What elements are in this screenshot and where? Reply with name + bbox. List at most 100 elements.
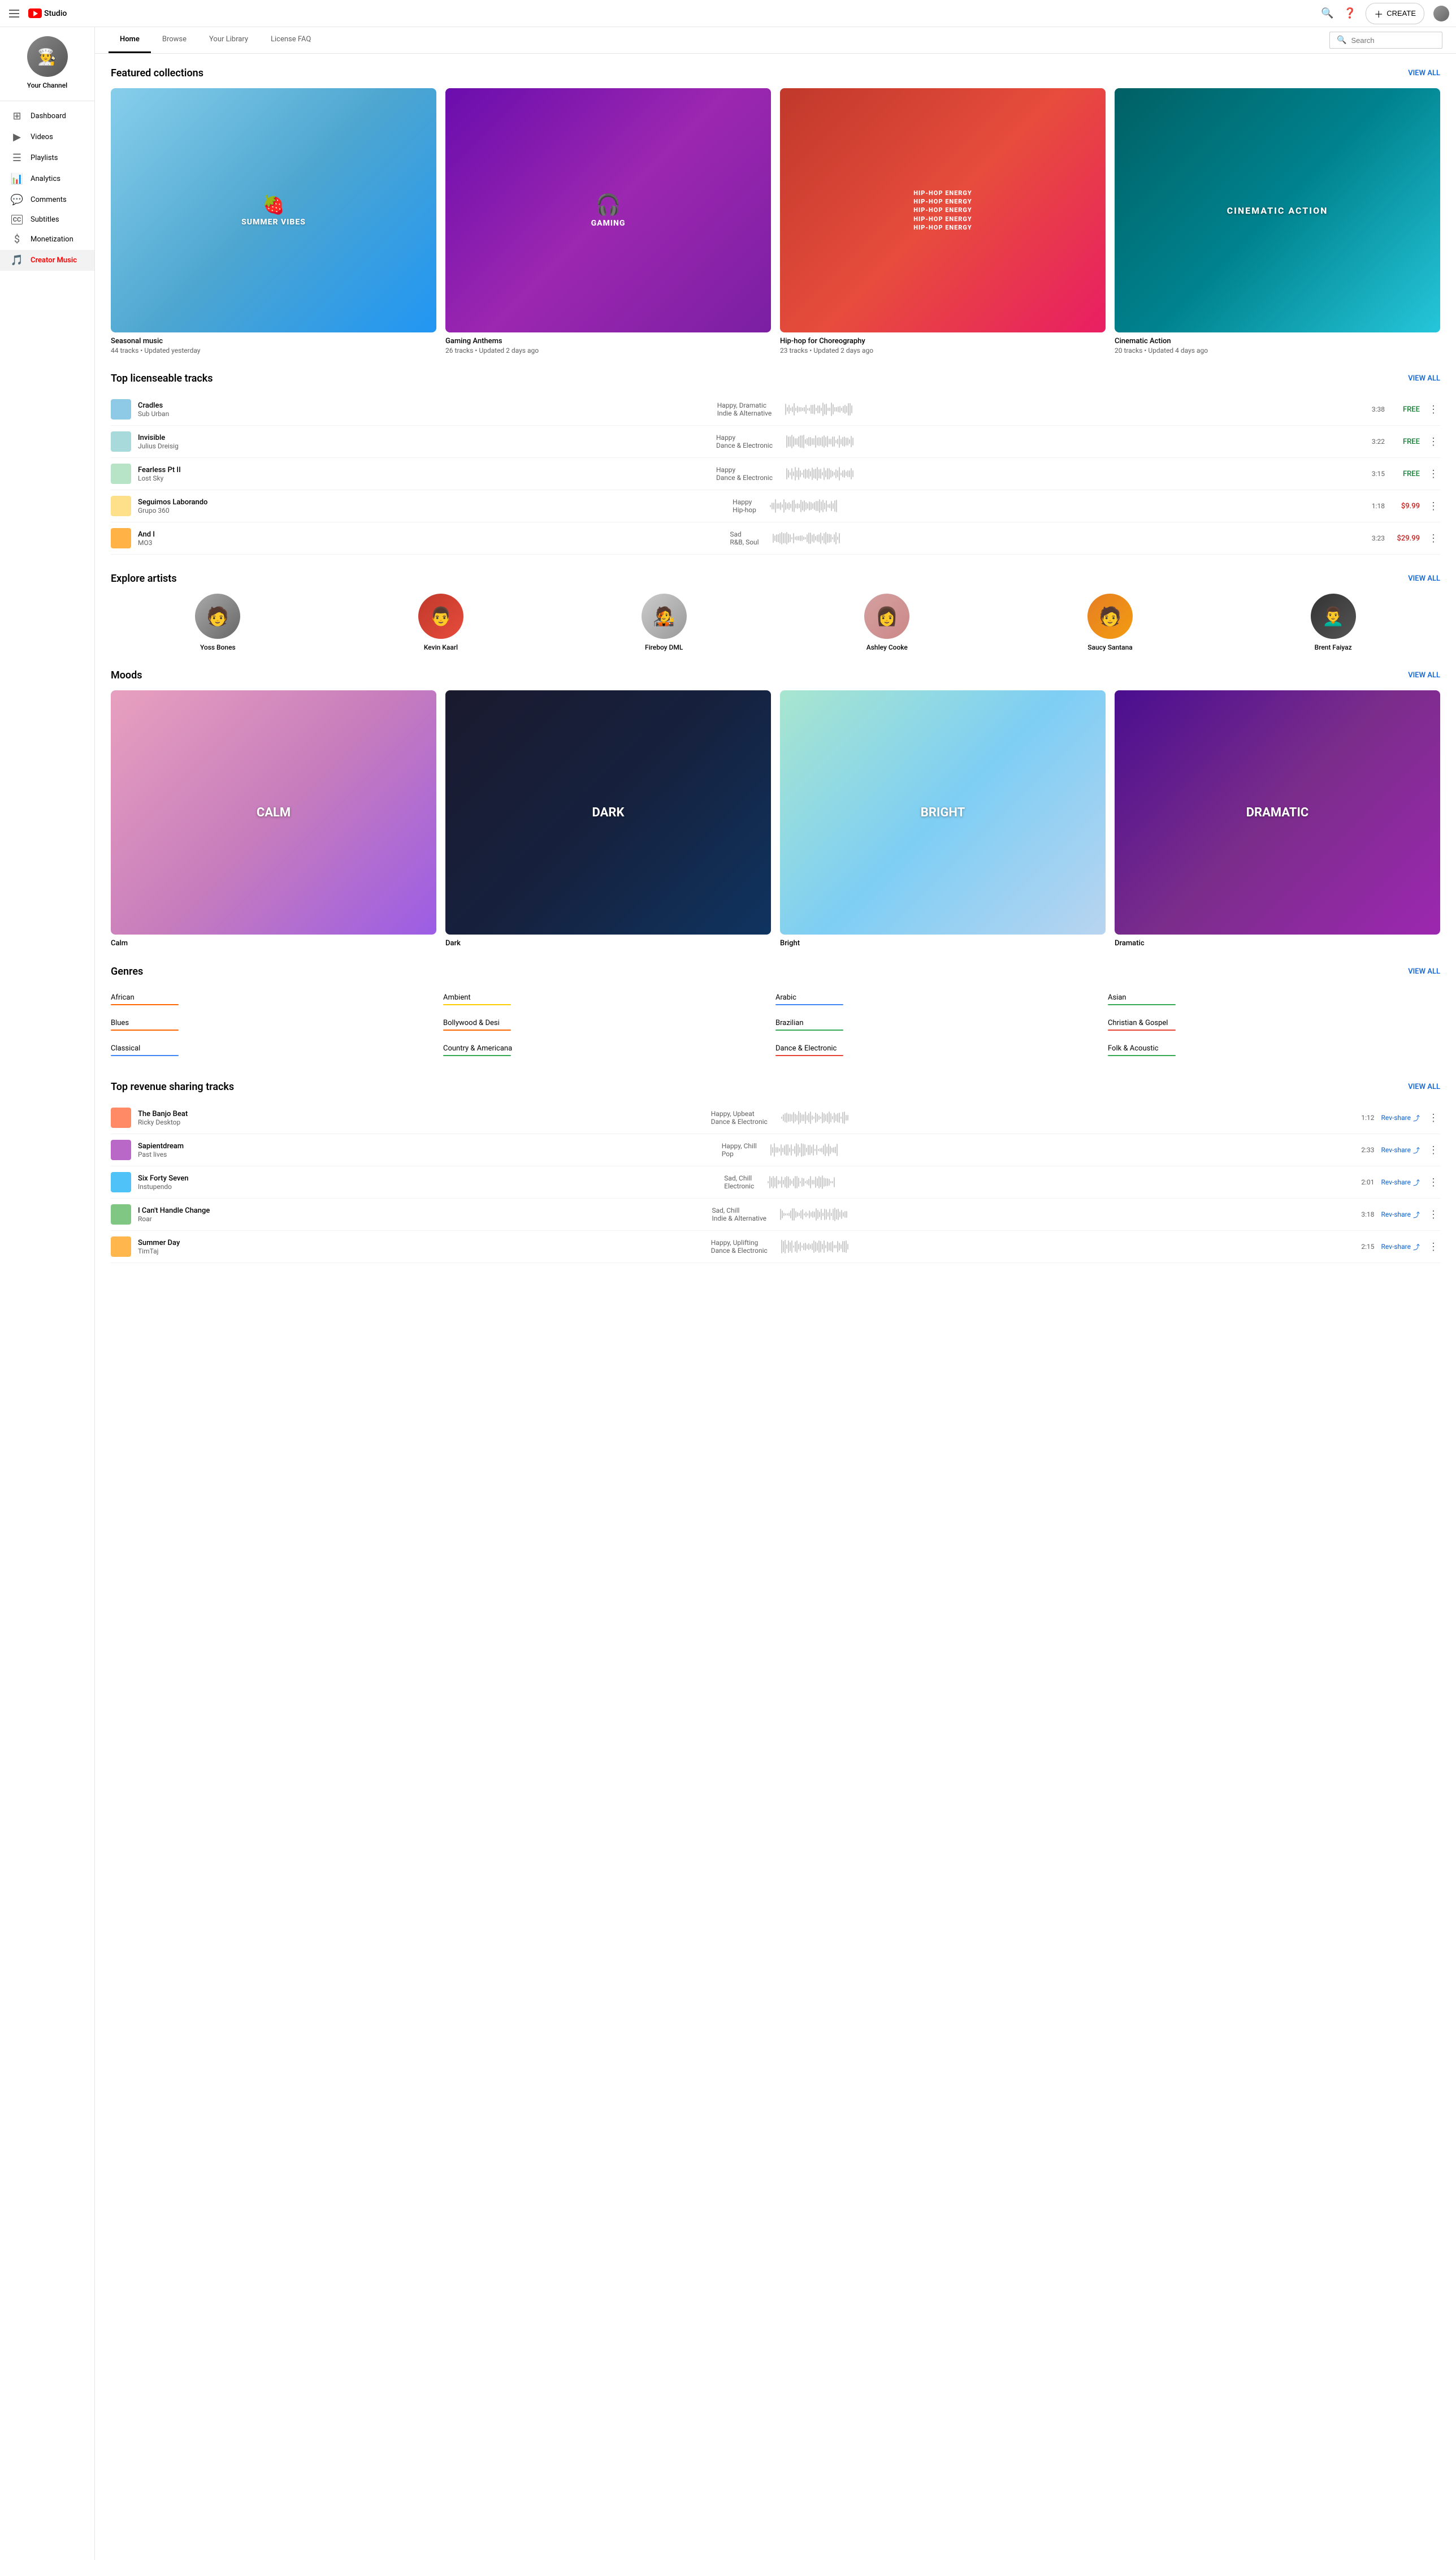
revenue-track-row[interactable]: Six Forty Seven Instupendo Sad, ChillEle… [111, 1166, 1440, 1199]
track-row[interactable]: Invisible Julius Dreisig HappyDance & El… [111, 426, 1440, 458]
artist-card[interactable]: 🧑‍🎤 Fireboy DML [557, 594, 771, 651]
genre-item-brazilian[interactable]: Brazilian [775, 1012, 1108, 1037]
revenue-track-more-button[interactable]: ⋮ [1427, 1143, 1440, 1157]
help-icon[interactable]: ❓ [1343, 7, 1357, 20]
revenue-track-row[interactable]: I Can't Handle Change Roar Sad, ChillInd… [111, 1199, 1440, 1231]
track-row[interactable]: Cradles Sub Urban Happy, DramaticIndie &… [111, 393, 1440, 426]
mood-card-dark[interactable]: DARK Dark [445, 690, 771, 948]
featured-collections-view-all[interactable]: VIEW ALL [1408, 69, 1440, 77]
track-price[interactable]: FREE [1392, 470, 1420, 478]
track-waveform[interactable] [786, 434, 1353, 449]
rev-share-button[interactable]: Rev-share ⤴ [1381, 1242, 1420, 1252]
search-box[interactable]: 🔍 [1329, 32, 1442, 49]
sidebar-item-creator-music[interactable]: 🎵 Creator Music [0, 250, 94, 271]
revenue-track-more-button[interactable]: ⋮ [1427, 1111, 1440, 1125]
nav-faq[interactable]: License FAQ [259, 27, 322, 53]
revenue-track-waveform[interactable] [781, 1239, 1343, 1255]
genre-item-ambient[interactable]: Ambient [443, 987, 775, 1012]
genres-view-all[interactable]: VIEW ALL [1408, 967, 1440, 976]
explore-artists-view-all[interactable]: VIEW ALL [1408, 574, 1440, 583]
sidebar-item-dashboard[interactable]: ⊞ Dashboard [0, 106, 94, 127]
track-waveform[interactable] [770, 498, 1353, 514]
revenue-track-more-button[interactable]: ⋮ [1427, 1175, 1440, 1189]
track-waveform[interactable] [786, 466, 1353, 482]
collection-card-gaming[interactable]: 🎧 GAMING Gaming Anthems 26 tracks • Upda… [445, 88, 771, 354]
revenue-track-waveform[interactable] [770, 1142, 1343, 1158]
artist-card[interactable]: 👨‍🦱 Brent Faiyaz [1226, 594, 1440, 651]
explore-artists-section: Explore artists VIEW ALL 🧑 Yoss Bones 👨 … [111, 573, 1440, 651]
sidebar-item-comments[interactable]: 💬 Comments [0, 189, 94, 210]
sidebar-label-comments: Comments [31, 196, 67, 204]
collection-card-hiphop[interactable]: HIP-HOP ENERGYHIP-HOP ENERGYHIP-HOP ENER… [780, 88, 1106, 354]
create-button[interactable]: ＋ CREATE [1366, 3, 1424, 24]
genre-item-folk---acoustic[interactable]: Folk & Acoustic [1108, 1037, 1440, 1063]
track-row[interactable]: Fearless Pt II Lost Sky HappyDance & Ele… [111, 458, 1440, 490]
genre-item-country---americana[interactable]: Country & Americana [443, 1037, 775, 1063]
sidebar-item-subtitles[interactable]: CC Subtitles [0, 210, 94, 229]
track-waveform[interactable] [773, 530, 1353, 546]
track-price[interactable]: $9.99 [1392, 502, 1420, 511]
search-input[interactable] [1351, 36, 1435, 45]
mood-card-calm[interactable]: CALM Calm [111, 690, 436, 948]
track-row[interactable]: Seguimos Laborando Grupo 360 HappyHip-ho… [111, 490, 1440, 522]
track-more-button[interactable]: ⋮ [1427, 435, 1440, 448]
track-row[interactable]: And I MO3 SadR&B, Soul 3:23 $29.99 ⋮ [111, 522, 1440, 555]
track-info: Seguimos Laborando Grupo 360 [138, 498, 721, 514]
track-more-button[interactable]: ⋮ [1427, 467, 1440, 481]
track-more-button[interactable]: ⋮ [1427, 499, 1440, 513]
revenue-track-waveform[interactable] [781, 1110, 1343, 1126]
nav-browse[interactable]: Browse [151, 27, 198, 53]
hamburger-menu[interactable] [7, 7, 21, 20]
collection-card-summer[interactable]: 🍓 SUMMER VIBES Seasonal music 44 tracks … [111, 88, 436, 354]
genre-item-bollywood---desi[interactable]: Bollywood & Desi [443, 1012, 775, 1037]
top-revenue-view-all[interactable]: VIEW ALL [1408, 1083, 1440, 1091]
revenue-track-waveform[interactable] [768, 1174, 1342, 1190]
rev-share-button[interactable]: Rev-share ⤴ [1381, 1178, 1420, 1187]
track-more-button[interactable]: ⋮ [1427, 403, 1440, 416]
mood-label-dark: DARK [445, 690, 771, 935]
genre-item-christian---gospel[interactable]: Christian & Gospel [1108, 1012, 1440, 1037]
track-waveform[interactable] [785, 401, 1353, 417]
genre-item-classical[interactable]: Classical [111, 1037, 443, 1063]
logo[interactable]: Studio [28, 8, 67, 18]
rev-share-button[interactable]: Rev-share ⤴ [1381, 1113, 1420, 1123]
nav-library[interactable]: Your Library [198, 27, 259, 53]
track-price[interactable]: $29.99 [1392, 534, 1420, 543]
track-price[interactable]: FREE [1392, 438, 1420, 446]
revenue-track-row[interactable]: Sapientdream Past lives Happy, ChillPop … [111, 1134, 1440, 1166]
mood-card-bright[interactable]: BRIGHT Bright [780, 690, 1106, 948]
genre-item-african[interactable]: African [111, 987, 443, 1012]
sidebar-item-playlists[interactable]: ☰ Playlists [0, 148, 94, 168]
revenue-track-row[interactable]: The Banjo Beat Ricky Desktop Happy, Upbe… [111, 1102, 1440, 1134]
artist-card[interactable]: 👨 Kevin Kaarl [334, 594, 548, 651]
revenue-track-waveform[interactable] [780, 1207, 1342, 1222]
rev-share-button[interactable]: Rev-share ⤴ [1381, 1210, 1420, 1220]
featured-collections-header: Featured collections VIEW ALL [111, 67, 1440, 79]
search-icon[interactable]: 🔍 [1320, 7, 1334, 20]
artist-card[interactable]: 👩 Ashley Cooke [780, 594, 994, 651]
revenue-track-more-button[interactable]: ⋮ [1427, 1208, 1440, 1221]
genre-item-asian[interactable]: Asian [1108, 987, 1440, 1012]
sidebar-item-videos[interactable]: ▶ Videos [0, 127, 94, 148]
artist-card[interactable]: 🧑 Yoss Bones [111, 594, 325, 651]
genre-item-arabic[interactable]: Arabic [775, 987, 1108, 1012]
collection-card-cinematic[interactable]: CINEMATIC ACTION Cinematic Action 20 tra… [1115, 88, 1440, 354]
revenue-track-tags: Sad, ChillIndie & Alternative [712, 1207, 766, 1222]
nav-home[interactable]: Home [109, 27, 151, 53]
channel-avatar[interactable]: 👨‍🍳 [27, 36, 68, 77]
mood-card-dramatic[interactable]: DRAMATIC Dramatic [1115, 690, 1440, 948]
genre-item-blues[interactable]: Blues [111, 1012, 443, 1037]
top-licenseable-view-all[interactable]: VIEW ALL [1408, 374, 1440, 383]
revenue-track-row[interactable]: Summer Day TimTaj Happy, UpliftingDance … [111, 1231, 1440, 1263]
sidebar-item-monetization[interactable]: $ Monetization [0, 229, 94, 250]
sidebar-item-analytics[interactable]: 📊 Analytics [0, 168, 94, 189]
monetization-icon: $ [11, 233, 23, 245]
genre-item-dance---electronic[interactable]: Dance & Electronic [775, 1037, 1108, 1063]
track-more-button[interactable]: ⋮ [1427, 531, 1440, 545]
track-price[interactable]: FREE [1392, 405, 1420, 414]
user-avatar[interactable] [1433, 6, 1449, 21]
rev-share-button[interactable]: Rev-share ⤴ [1381, 1145, 1420, 1155]
moods-view-all[interactable]: VIEW ALL [1408, 671, 1440, 680]
artist-card[interactable]: 🧑 Saucy Santana [1003, 594, 1217, 651]
revenue-track-more-button[interactable]: ⋮ [1427, 1240, 1440, 1253]
